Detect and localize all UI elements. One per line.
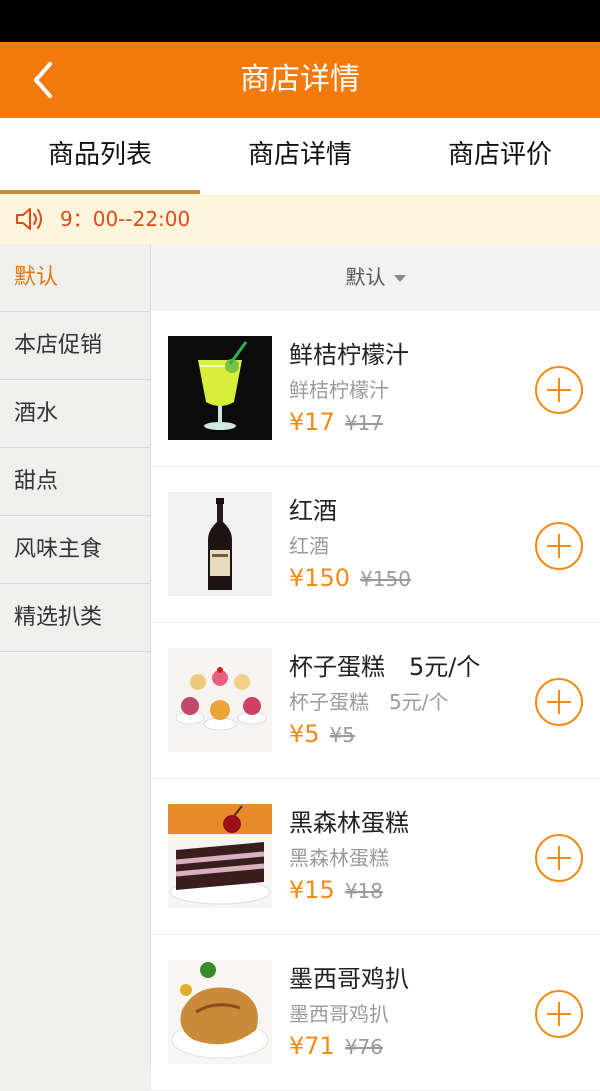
sidebar-item-staples[interactable]: 风味主食: [0, 516, 150, 584]
product-image: [168, 336, 272, 440]
product-list: 默认 鲜桔柠檬汁 鲜桔柠檬汁 ¥17 ¥17 红酒 红酒 ¥150 ¥150 杯…: [151, 244, 600, 1091]
product-subtitle: 黑森林蛋糕: [289, 846, 389, 870]
product-old-price: ¥5: [329, 723, 355, 747]
tab-product-list[interactable]: 商品列表: [0, 118, 200, 194]
sidebar-item-promotions[interactable]: 本店促销: [0, 312, 150, 380]
sidebar-item-steaks[interactable]: 精选扒类: [0, 584, 150, 652]
tab-store-details[interactable]: 商店详情: [200, 118, 400, 194]
list-item[interactable]: 杯子蛋糕 5元/个 杯子蛋糕 5元/个 ¥5 ¥5: [151, 623, 600, 779]
tab-bar: 商品列表 商店详情 商店评价: [0, 118, 600, 194]
product-image: [168, 960, 272, 1064]
product-image: [168, 648, 272, 752]
product-price: ¥17: [289, 408, 335, 436]
sort-label: 默认: [345, 265, 386, 289]
notice-bar: 9：00--22:00: [0, 194, 600, 244]
add-to-cart-button[interactable]: [534, 989, 584, 1039]
sidebar-item-desserts[interactable]: 甜点: [0, 448, 150, 516]
app-bar: 商店详情: [0, 42, 600, 118]
product-name: 墨西哥鸡扒: [289, 965, 409, 993]
sort-dropdown[interactable]: 默认: [151, 244, 600, 311]
tab-store-reviews[interactable]: 商店评价: [400, 118, 600, 194]
product-price: ¥5: [289, 720, 320, 748]
list-item[interactable]: 鲜桔柠檬汁 鲜桔柠檬汁 ¥17 ¥17: [151, 311, 600, 467]
product-price: ¥71: [289, 1032, 335, 1060]
add-to-cart-button[interactable]: [534, 365, 584, 415]
add-to-cart-button[interactable]: [534, 833, 584, 883]
category-sidebar: 默认 本店促销 酒水 甜点 风味主食 精选扒类: [0, 244, 151, 1067]
caret-down-icon: [393, 275, 406, 282]
add-to-cart-button[interactable]: [534, 677, 584, 727]
product-subtitle: 墨西哥鸡扒: [289, 1002, 389, 1026]
speaker-icon: [16, 208, 42, 230]
product-old-price: ¥17: [344, 411, 383, 435]
product-image: [168, 492, 272, 596]
product-subtitle: 鲜桔柠檬汁: [289, 378, 389, 402]
product-old-price: ¥150: [360, 567, 411, 591]
product-name: 鲜桔柠檬汁: [289, 341, 409, 369]
status-bar: [0, 0, 600, 42]
product-price: ¥150: [289, 564, 351, 592]
sidebar-item-drinks[interactable]: 酒水: [0, 380, 150, 448]
product-subtitle: 红酒: [289, 534, 329, 558]
sidebar-item-default[interactable]: 默认: [0, 244, 150, 312]
product-old-price: ¥76: [344, 1035, 383, 1059]
business-hours: 9：00--22:00: [60, 207, 191, 231]
product-image: [168, 804, 272, 908]
list-item[interactable]: 墨西哥鸡扒 墨西哥鸡扒 ¥71 ¥76: [151, 935, 600, 1091]
product-name: 红酒: [289, 497, 337, 525]
product-name: 杯子蛋糕 5元/个: [289, 653, 481, 681]
product-name: 黑森林蛋糕: [289, 809, 409, 837]
product-price: ¥15: [289, 876, 335, 904]
product-old-price: ¥18: [344, 879, 383, 903]
list-item[interactable]: 红酒 红酒 ¥150 ¥150: [151, 467, 600, 623]
page-title: 商店详情: [240, 62, 360, 97]
product-subtitle: 杯子蛋糕 5元/个: [289, 690, 449, 714]
add-to-cart-button[interactable]: [534, 521, 584, 571]
list-item[interactable]: 黑森林蛋糕 黑森林蛋糕 ¥15 ¥18: [151, 779, 600, 935]
